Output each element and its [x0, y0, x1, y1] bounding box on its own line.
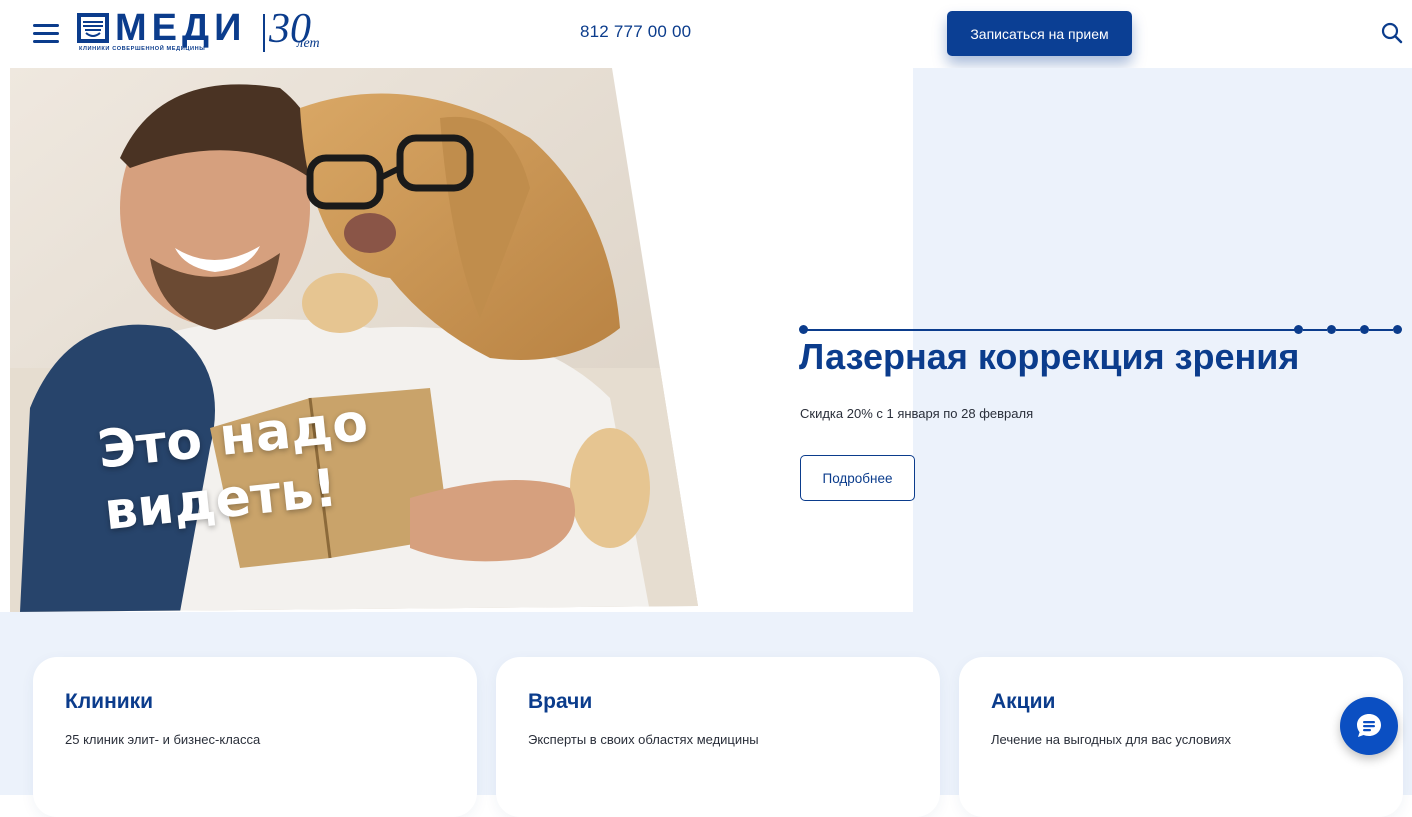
chat-widget-button[interactable]: [1340, 697, 1398, 755]
hero-title: Лазерная коррекция зрения: [799, 336, 1300, 377]
card-title: Акции: [991, 690, 1056, 713]
hero-subtitle: Скидка 20% с 1 января по 28 февраля: [800, 406, 1034, 421]
chat-bubble-icon: [1357, 714, 1381, 737]
card-description: Лечение на выгодных для вас условиях: [991, 732, 1231, 747]
hamburger-menu-icon[interactable]: [33, 22, 59, 44]
slider-dot-2[interactable]: [1327, 325, 1336, 334]
logo-anniversary-suffix: лет: [297, 36, 320, 51]
card-description: 25 клиник элит- и бизнес-класса: [65, 732, 261, 747]
slider-start-dot: [799, 325, 808, 334]
site-logo[interactable]: МЕДИ КЛИНИКИ СОВЕРШЕННОЙ МЕДИЦИНЫ 30 лет: [77, 6, 347, 56]
card-title: Врачи: [528, 690, 593, 713]
slider-progress-line: [800, 329, 1300, 331]
phone-link[interactable]: 812 777 00 00: [580, 22, 691, 42]
logo-wordmark: МЕДИ: [115, 7, 247, 49]
card-promotions[interactable]: Акции Лечение на выгодных для вас услови…: [959, 657, 1403, 817]
slider-connector: [1303, 329, 1327, 331]
logo-tagline: КЛИНИКИ СОВЕРШЕННОЙ МЕДИЦИНЫ: [79, 46, 206, 52]
more-details-button[interactable]: Подробнее: [800, 455, 915, 501]
card-title: Клиники: [65, 690, 154, 713]
slider-dot-3[interactable]: [1360, 325, 1369, 334]
card-description: Эксперты в своих областях медицины: [528, 732, 759, 747]
slider-connector: [1369, 329, 1393, 331]
card-clinics[interactable]: Клиники 25 клиник элит- и бизнес-класса: [33, 657, 477, 817]
slider-dot-1[interactable]: [1294, 325, 1303, 334]
slider-connector: [1336, 329, 1360, 331]
slider-dot-4[interactable]: [1393, 325, 1402, 334]
card-doctors[interactable]: Врачи Эксперты в своих областях медицины: [496, 657, 940, 817]
logo-divider: [263, 14, 265, 52]
site-header: МЕДИ КЛИНИКИ СОВЕРШЕННОЙ МЕДИЦИНЫ 30 лет…: [0, 0, 1412, 68]
logo-emblem-icon: [77, 13, 109, 43]
book-appointment-button[interactable]: Записаться на прием: [947, 11, 1132, 56]
search-icon[interactable]: [1380, 21, 1404, 45]
